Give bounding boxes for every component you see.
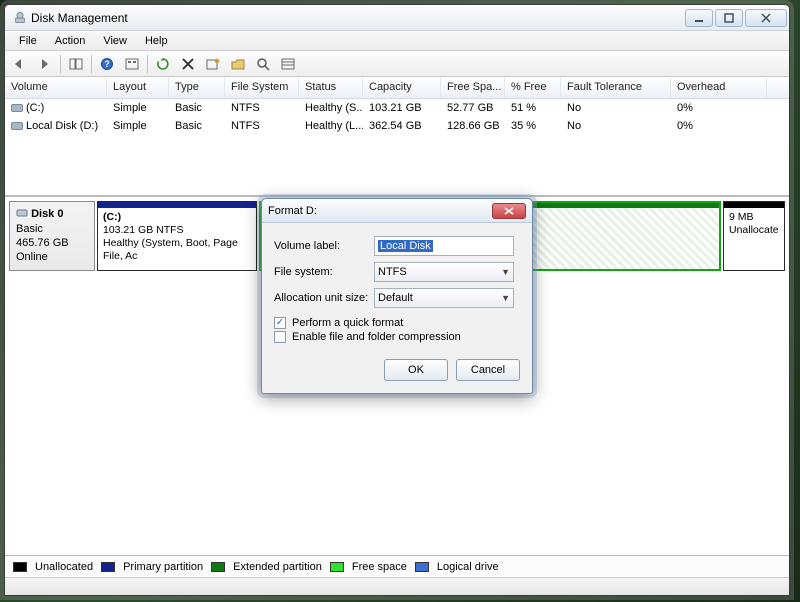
- show-hide-tree-button[interactable]: [65, 54, 87, 74]
- legend: Unallocated Primary partition Extended p…: [5, 555, 789, 577]
- titlebar[interactable]: Disk Management: [5, 5, 789, 31]
- column-headers: Volume Layout Type File System Status Ca…: [5, 77, 789, 99]
- statusbar: [5, 577, 789, 595]
- list-view-button[interactable]: [277, 54, 299, 74]
- chevron-down-icon: ▼: [501, 293, 510, 303]
- col-layout[interactable]: Layout: [107, 77, 169, 98]
- chevron-down-icon: ▼: [501, 267, 510, 277]
- file-system-dropdown[interactable]: NTFS ▼: [374, 262, 514, 282]
- volume-icon: [11, 104, 23, 112]
- col-overhead[interactable]: Overhead: [671, 77, 767, 98]
- menu-view[interactable]: View: [95, 33, 135, 49]
- col-fault[interactable]: Fault Tolerance: [561, 77, 671, 98]
- app-icon: [13, 11, 27, 25]
- back-button[interactable]: [9, 54, 31, 74]
- disk-info[interactable]: Disk 0 Basic 465.76 GB Online: [9, 201, 95, 271]
- close-button[interactable]: [745, 9, 787, 27]
- forward-button[interactable]: [34, 54, 56, 74]
- open-button[interactable]: [227, 54, 249, 74]
- legend-logical-swatch: [415, 562, 429, 572]
- allocation-size-label: Allocation unit size:: [274, 292, 374, 304]
- volume-label-label: Volume label:: [274, 240, 374, 252]
- col-pctfree[interactable]: % Free: [505, 77, 561, 98]
- legend-primary-swatch: [101, 562, 115, 572]
- ok-button[interactable]: OK: [384, 359, 448, 381]
- volume-label-input[interactable]: Local Disk: [374, 236, 514, 256]
- quick-format-label: Perform a quick format: [292, 317, 403, 329]
- legend-extended-swatch: [211, 562, 225, 572]
- maximize-button[interactable]: [715, 9, 743, 27]
- svg-text:?: ?: [104, 59, 110, 69]
- refresh-button[interactable]: [152, 54, 174, 74]
- delete-button[interactable]: [177, 54, 199, 74]
- col-volume[interactable]: Volume: [5, 77, 107, 98]
- menu-action[interactable]: Action: [47, 33, 94, 49]
- col-capacity[interactable]: Capacity: [363, 77, 441, 98]
- partition-unallocated[interactable]: 9 MB Unallocate: [723, 201, 785, 271]
- volume-list: Volume Layout Type File System Status Ca…: [5, 77, 789, 196]
- col-free[interactable]: Free Spa...: [441, 77, 505, 98]
- dialog-titlebar[interactable]: Format D:: [262, 199, 532, 223]
- file-system-label: File system:: [274, 266, 374, 278]
- partition-c[interactable]: (C:) 103.21 GB NTFS Healthy (System, Boo…: [97, 201, 257, 271]
- menu-file[interactable]: File: [11, 33, 45, 49]
- disk-icon: [16, 206, 28, 222]
- col-type[interactable]: Type: [169, 77, 225, 98]
- legend-free-swatch: [330, 562, 344, 572]
- cancel-button[interactable]: Cancel: [456, 359, 520, 381]
- compression-checkbox[interactable]: [274, 331, 286, 343]
- compression-label: Enable file and folder compression: [292, 331, 461, 343]
- help-button[interactable]: ?: [96, 54, 118, 74]
- col-filesystem[interactable]: File System: [225, 77, 299, 98]
- toolbar: ?: [5, 51, 789, 77]
- allocation-size-dropdown[interactable]: Default ▼: [374, 288, 514, 308]
- menu-help[interactable]: Help: [137, 33, 176, 49]
- format-dialog: Format D: Volume label: Local Disk File …: [261, 198, 533, 394]
- quick-format-checkbox[interactable]: ✓: [274, 317, 286, 329]
- minimize-button[interactable]: [685, 9, 713, 27]
- zoom-button[interactable]: [252, 54, 274, 74]
- window-title: Disk Management: [31, 11, 128, 25]
- settings-button[interactable]: [121, 54, 143, 74]
- dialog-title: Format D:: [268, 205, 492, 217]
- menubar: File Action View Help: [5, 31, 789, 51]
- col-status[interactable]: Status: [299, 77, 363, 98]
- volume-icon: [11, 122, 23, 130]
- table-row[interactable]: (C:) Simple Basic NTFS Healthy (S... 103…: [5, 99, 789, 117]
- properties-button[interactable]: [202, 54, 224, 74]
- table-row[interactable]: Local Disk (D:) Simple Basic NTFS Health…: [5, 117, 789, 135]
- dialog-close-button[interactable]: [492, 203, 526, 219]
- legend-unallocated-swatch: [13, 562, 27, 572]
